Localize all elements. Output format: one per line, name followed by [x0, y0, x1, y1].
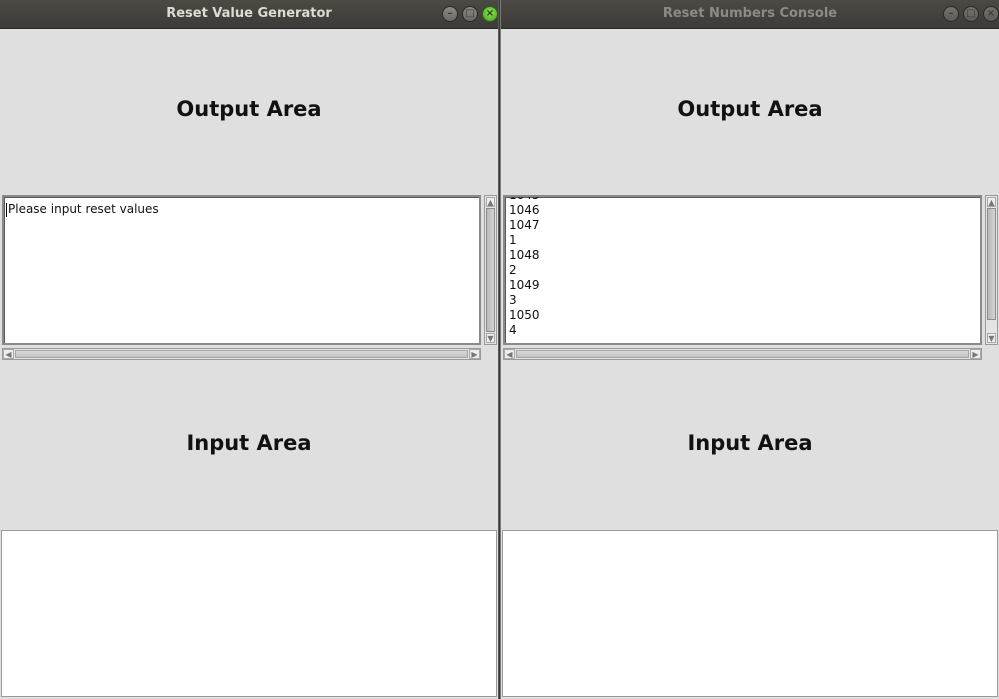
scrollbar-thumb[interactable]: [486, 208, 495, 332]
input-text-area[interactable]: [1, 530, 497, 697]
scrollbar-thumb[interactable]: [15, 350, 468, 358]
output-line: 1047: [509, 218, 540, 232]
scroll-down-arrow-icon[interactable]: ▼: [486, 333, 495, 343]
minimize-icon[interactable]: –: [943, 6, 959, 22]
window-titlebar[interactable]: Reset Value Generator – □ ×: [0, 0, 498, 29]
window-titlebar[interactable]: Reset Numbers Console – □ ×: [501, 0, 999, 29]
maximize-icon[interactable]: □: [963, 6, 979, 22]
output-line: 1049: [509, 278, 540, 292]
input-area-label: Input Area: [186, 431, 312, 455]
window-title: Reset Numbers Console: [662, 6, 838, 21]
output-horizontal-scrollbar[interactable]: ◀ ▶: [503, 348, 982, 360]
scroll-left-arrow-icon[interactable]: ◀: [504, 349, 515, 359]
output-vertical-scrollbar[interactable]: ▲ ▼: [484, 195, 497, 345]
output-text: Please input reset values: [8, 202, 159, 216]
scrollbar-thumb[interactable]: [987, 208, 996, 320]
input-area-label: Input Area: [687, 431, 813, 455]
output-text-area[interactable]: 1045 1046 1047 1 1048 2 1049 3 1050 4: [503, 195, 982, 345]
output-line: 1048: [509, 248, 540, 262]
output-line: 1045: [509, 195, 540, 202]
output-area-label: Output Area: [176, 97, 322, 121]
reset-value-generator-window: Reset Value Generator – □ × Output Area …: [0, 0, 499, 699]
close-icon[interactable]: ×: [482, 6, 498, 22]
maximize-icon[interactable]: □: [462, 6, 478, 22]
scroll-down-arrow-icon[interactable]: ▼: [987, 333, 996, 343]
scroll-right-arrow-icon[interactable]: ▶: [469, 349, 480, 359]
output-horizontal-scrollbar[interactable]: ◀ ▶: [2, 348, 481, 360]
scrollbar-thumb[interactable]: [516, 350, 969, 358]
reset-numbers-console-window: Reset Numbers Console – □ × Output Area …: [500, 0, 999, 699]
minimize-icon[interactable]: –: [442, 6, 458, 22]
output-line: 1046: [509, 203, 540, 217]
scroll-up-arrow-icon[interactable]: ▲: [987, 197, 996, 207]
text-cursor: [6, 203, 7, 217]
window-title: Reset Value Generator: [166, 6, 332, 21]
output-text-area[interactable]: Please input reset values: [2, 195, 481, 345]
output-line: 2: [509, 263, 517, 277]
output-line: 1050: [509, 308, 540, 322]
output-area-label: Output Area: [677, 97, 823, 121]
scroll-left-arrow-icon[interactable]: ◀: [3, 349, 14, 359]
close-icon[interactable]: ×: [983, 6, 999, 22]
scroll-right-arrow-icon[interactable]: ▶: [970, 349, 981, 359]
output-line: 1: [509, 233, 517, 247]
output-number-list: 1045 1046 1047 1 1048 2 1049 3 1050 4: [509, 195, 540, 338]
scroll-up-arrow-icon[interactable]: ▲: [486, 197, 495, 207]
output-vertical-scrollbar[interactable]: ▲ ▼: [985, 195, 998, 345]
input-text-area[interactable]: [502, 530, 998, 697]
output-line: 4: [509, 323, 517, 337]
output-line: 3: [509, 293, 517, 307]
